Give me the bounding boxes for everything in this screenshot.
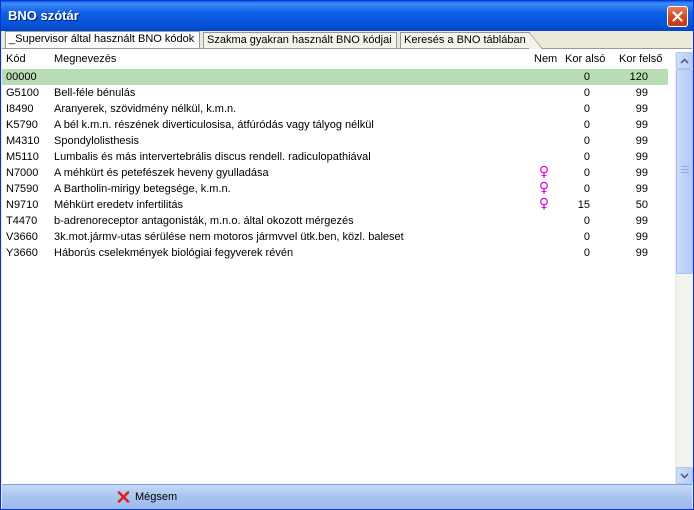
cell-age-min: 0 [583,87,590,99]
close-button[interactable] [667,6,688,27]
table-row[interactable]: G5100 Bell-féle bénulás 0 99 [2,85,668,101]
bno-dictionary-window: BNO szótár _Supervisor által használt BN… [0,0,694,510]
table-row[interactable]: M5110 Lumbalis és más intervertebrális d… [2,149,668,165]
column-header-age-max[interactable]: Kor felső [619,53,662,65]
grip-line [681,169,689,170]
cell-age-min: 0 [583,119,590,131]
column-header-code[interactable]: Kód [6,53,26,65]
red-x-icon [117,491,130,503]
cell-code: K5790 [6,119,38,131]
table-row[interactable]: Y3660 Háborús cselekmények biológiai feg… [2,245,668,261]
cell-age-min: 0 [583,231,590,243]
arrow-up-icon [680,57,689,64]
cell-age-min: 0 [583,247,590,259]
cell-age-min: 0 [583,151,590,163]
vertical-scrollbar[interactable] [675,52,693,484]
tab-strip: _Supervisor által használt BNO kódok Sza… [5,31,694,49]
table-row[interactable]: T4470 b-adrenoreceptor antagonisták, m.n… [2,213,668,229]
cell-age-max: 99 [635,167,648,179]
cell-name: Bell-féle bénulás [54,87,136,99]
cell-name: A méhkürt és petefészek heveny gyulladás… [54,167,269,179]
cell-code: Y3660 [6,247,38,259]
cell-code: G5100 [6,87,40,99]
table-row[interactable]: N9710 Méhkürt eredetv infertilitás ♀ 15 … [2,197,668,213]
table-row[interactable]: V3660 3k.mot.jármv-utas sérülése nem mot… [2,229,668,245]
female-symbol-icon: ♀ [538,164,550,180]
arrow-down-icon [680,472,689,479]
tab-specialty-frequent-codes[interactable]: Szakma gyakran használt BNO kódjai [203,32,397,48]
cell-age-min: 0 [583,71,590,83]
scroll-thumb[interactable] [676,69,693,274]
cell-name: Spondylolisthesis [54,135,139,147]
tab-search-bno-table[interactable]: Keresés a BNO táblában [400,32,543,49]
cell-age-max: 99 [635,151,648,163]
table-row[interactable]: 00000 0 120 [2,69,668,85]
table-row[interactable]: M4310 Spondylolisthesis 0 99 [2,133,668,149]
cell-age-min: 0 [583,103,590,115]
grip-line [681,166,689,167]
scroll-up-button[interactable] [676,52,693,69]
bno-code-grid: Kód Megnevezés Nem Kor alsó Kor felső 00… [2,48,693,484]
cell-code: I8490 [6,103,34,115]
female-symbol-icon: ♀ [538,196,550,212]
tab-supervisor-codes[interactable]: _Supervisor által használt BNO kódok [5,31,200,48]
cell-code: M5110 [6,151,39,163]
grid-header: Kód Megnevezés Nem Kor alsó Kor felső [2,49,674,67]
female-symbol-icon: ♀ [538,180,550,196]
cell-name: Méhkürt eredetv infertilitás [54,199,183,211]
table-row[interactable]: N7000 A méhkürt és petefészek heveny gyu… [2,165,668,181]
cell-name: A bél k.m.n. részének diverticulosisa, á… [54,119,374,131]
cancel-button[interactable]: Mégsem [117,489,177,505]
cell-age-max: 120 [629,71,648,83]
cell-age-min: 15 [577,199,590,211]
cell-name: Háborús cselekmények biológiai fegyverek… [54,247,294,259]
cell-age-min: 0 [583,135,590,147]
cell-age-min: 0 [583,183,590,195]
cancel-label: Mégsem [135,491,178,503]
table-row[interactable]: N7590 A Bartholin-mirigy betegsége, k.m.… [2,181,668,197]
cell-name: A Bartholin-mirigy betegsége, k.m.n. [54,183,231,195]
cell-age-max: 99 [635,231,648,243]
cell-code: N9710 [6,199,39,211]
cell-code: N7590 [6,183,39,195]
table-row[interactable]: K5790 A bél k.m.n. részének diverticulos… [2,117,668,133]
cell-code: 00000 [6,71,37,83]
cell-name: Lumbalis és más intervertebrális discus … [54,151,371,163]
cell-age-min: 0 [583,167,590,179]
grip-line [681,172,689,173]
cell-code: N7000 [6,167,39,179]
column-header-sex[interactable]: Nem [534,53,557,65]
scroll-down-button[interactable] [676,467,693,484]
cell-name: Aranyerek, szövidmény nélkül, k.m.n. [54,103,237,115]
close-icon [672,11,683,22]
cell-age-max: 99 [635,247,648,259]
cell-age-max: 99 [635,183,648,195]
cell-code: V3660 [6,231,38,243]
cell-age-max: 50 [635,199,648,211]
cell-age-min: 0 [583,215,590,227]
title-bar[interactable]: BNO szótár [1,1,693,31]
cell-age-max: 99 [635,135,648,147]
cell-age-max: 99 [635,103,648,115]
cell-age-max: 99 [635,215,648,227]
table-row[interactable]: I8490 Aranyerek, szövidmény nélkül, k.m.… [2,101,668,117]
cell-age-max: 99 [635,87,648,99]
window-title: BNO szótár [8,8,79,23]
column-header-name[interactable]: Megnevezés [54,53,116,65]
cell-age-max: 99 [635,119,648,131]
cell-code: T4470 [6,215,38,227]
cell-code: M4310 [6,135,40,147]
cell-name: 3k.mot.jármv-utas sérülése nem motoros j… [54,231,404,243]
grid-rows: 00000 0 120 G5100 Bell-féle bénulás 0 99… [2,69,668,261]
cell-name: b-adrenoreceptor antagonisták, m.n.o. ál… [54,215,354,227]
bottom-toolbar: Mégsem [2,484,692,509]
column-header-age-min[interactable]: Kor alsó [565,53,605,65]
